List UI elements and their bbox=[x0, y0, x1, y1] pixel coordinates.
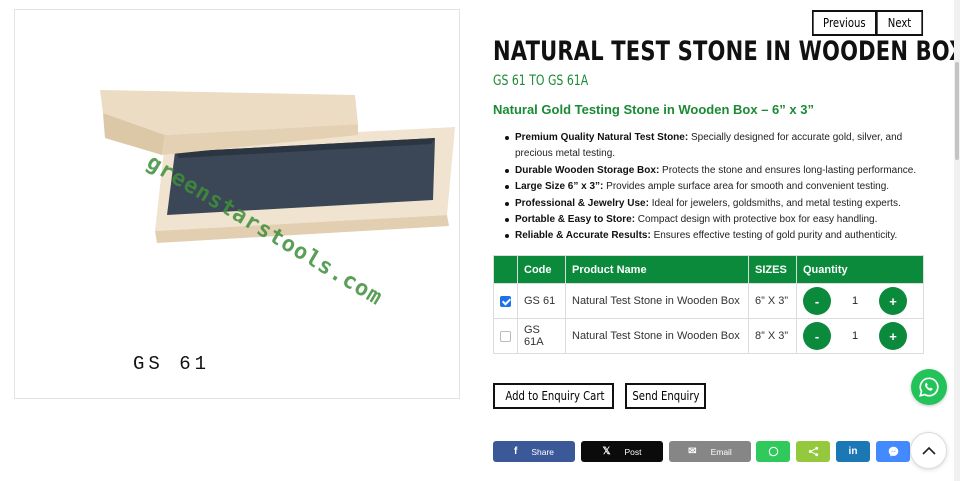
feature-title: Portable & Easy to Store: bbox=[515, 214, 636, 226]
share-email-label: Email bbox=[710, 446, 732, 457]
table-header-row: Code Product Name SIZES Quantity bbox=[493, 255, 924, 284]
page-scrollbar[interactable] bbox=[954, 0, 960, 481]
size-cell: 6” X 3” bbox=[748, 283, 797, 319]
select-cell bbox=[493, 283, 518, 319]
feature-item: Premium Quality Natural Test Stone: Spec… bbox=[505, 130, 925, 163]
chevron-up-icon bbox=[921, 446, 936, 455]
feature-item: Large Size 6” x 3”: Provides ample surfa… bbox=[505, 179, 925, 195]
main-product-image[interactable]: greenstarstools.com GS 61 bbox=[14, 9, 460, 399]
decrease-quantity-button[interactable]: - bbox=[803, 322, 831, 350]
share-facebook-label: Share bbox=[531, 446, 555, 457]
share-whatsapp-button[interactable] bbox=[756, 441, 790, 462]
x-icon: 𝕏 bbox=[602, 446, 611, 457]
size-cell: 8” X 3” bbox=[748, 318, 797, 354]
share-sharethis-button[interactable] bbox=[796, 441, 830, 462]
select-cell bbox=[493, 318, 518, 354]
scroll-to-top-button[interactable] bbox=[910, 432, 947, 469]
whatsapp-icon bbox=[768, 446, 778, 457]
feature-title: Durable Wooden Storage Box: bbox=[515, 164, 660, 176]
code-cell: GS 61 bbox=[517, 283, 566, 319]
quantity-cell: - + bbox=[796, 318, 924, 354]
name-cell: Natural Test Stone in Wooden Box bbox=[565, 283, 749, 319]
share-facebook-button[interactable]: f Share bbox=[493, 441, 575, 462]
feature-text: Ensures effective testing of gold purity… bbox=[650, 230, 898, 242]
feature-text: Compact design with protective box for e… bbox=[635, 214, 878, 226]
header-code: Code bbox=[517, 255, 566, 284]
name-cell: Natural Test Stone in Wooden Box bbox=[565, 318, 749, 354]
image-product-code: GS 61 bbox=[133, 353, 211, 375]
header-select bbox=[493, 255, 518, 284]
feature-title: Premium Quality Natural Test Stone: bbox=[515, 132, 689, 143]
whatsapp-icon bbox=[919, 377, 939, 397]
previous-button[interactable]: Previous bbox=[812, 10, 877, 36]
quantity-stepper: - + bbox=[803, 287, 917, 315]
feature-item: Professional & Jewelry Use: Ideal for je… bbox=[505, 196, 925, 212]
quantity-cell: - + bbox=[796, 283, 924, 319]
product-code-range: GS 61 TO GS 61A bbox=[493, 73, 589, 89]
increase-quantity-button[interactable]: + bbox=[879, 287, 907, 315]
send-enquiry-button[interactable]: Send Enquiry bbox=[625, 383, 706, 409]
product-title: NATURAL TEST STONE IN WOODEN BOX bbox=[493, 36, 960, 67]
share-x-label: Post bbox=[624, 446, 642, 457]
add-to-enquiry-cart-label: Add to Enquiry Cart bbox=[505, 389, 605, 403]
feature-title: Large Size 6” x 3”: bbox=[515, 181, 604, 193]
code-cell: GS 61A bbox=[517, 318, 566, 354]
header-quantity: Quantity bbox=[796, 255, 924, 284]
feature-text: Provides ample surface area for smooth a… bbox=[603, 181, 890, 193]
increase-quantity-button[interactable]: + bbox=[879, 322, 907, 350]
feature-item: Portable & Easy to Store: Compact design… bbox=[505, 212, 925, 228]
facebook-icon: f bbox=[513, 446, 518, 457]
scrollbar-thumb[interactable] bbox=[955, 62, 959, 160]
table-row: GS 61A Natural Test Stone in Wooden Box … bbox=[493, 318, 924, 354]
envelope-icon: ✉ bbox=[688, 446, 697, 457]
feature-text: Protects the stone and ensures long-last… bbox=[659, 164, 917, 176]
header-product-name: Product Name bbox=[565, 255, 749, 284]
feature-item: Durable Wooden Storage Box: Protects the… bbox=[505, 163, 925, 179]
product-tagline: Natural Gold Testing Stone in Wooden Box… bbox=[493, 102, 814, 117]
send-enquiry-label: Send Enquiry bbox=[631, 389, 700, 403]
decrease-quantity-button[interactable]: - bbox=[803, 287, 831, 315]
quantity-input[interactable] bbox=[831, 322, 879, 350]
feature-title: Professional & Jewelry Use: bbox=[515, 197, 649, 209]
table-row: GS 61 Natural Test Stone in Wooden Box 6… bbox=[493, 283, 924, 319]
messenger-icon bbox=[888, 446, 898, 457]
next-button[interactable]: Next bbox=[876, 10, 924, 36]
header-sizes: SIZES bbox=[748, 255, 797, 284]
add-to-enquiry-cart-button[interactable]: Add to Enquiry Cart bbox=[493, 383, 614, 409]
share-x-button[interactable]: 𝕏 Post bbox=[581, 441, 663, 462]
linkedin-icon: in bbox=[848, 446, 858, 457]
quantity-stepper: - + bbox=[803, 322, 917, 350]
share-linkedin-button[interactable]: in bbox=[836, 441, 870, 462]
feature-text: Ideal for jewelers, goldsmiths, and meta… bbox=[648, 197, 901, 209]
whatsapp-chat-button[interactable] bbox=[911, 369, 947, 405]
feature-item: Reliable & Accurate Results: Ensures eff… bbox=[505, 228, 925, 244]
row-checkbox[interactable] bbox=[500, 330, 511, 342]
feature-list: Premium Quality Natural Test Stone: Spec… bbox=[505, 130, 925, 245]
row-checkbox[interactable] bbox=[500, 295, 511, 307]
feature-title: Reliable & Accurate Results: bbox=[515, 230, 651, 242]
product-variant-table: Code Product Name SIZES Quantity GS 61 N… bbox=[493, 255, 924, 354]
quantity-input[interactable] bbox=[831, 287, 879, 315]
share-email-button[interactable]: ✉ Email bbox=[669, 441, 751, 462]
share-messenger-button[interactable] bbox=[876, 441, 910, 462]
share-icon bbox=[808, 446, 818, 457]
